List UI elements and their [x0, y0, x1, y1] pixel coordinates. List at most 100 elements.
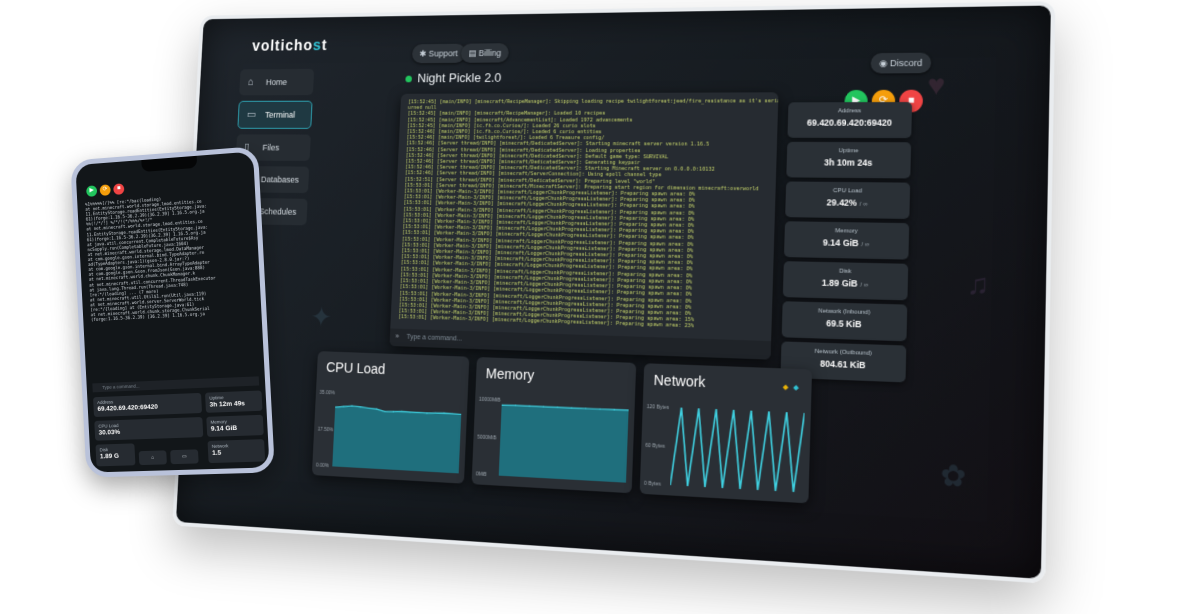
- sidebar-item-home[interactable]: ⌂ Home: [239, 68, 315, 96]
- billing-label: Billing: [478, 48, 502, 58]
- stat-disk: Disk 1.89 GiB / ∞: [782, 261, 909, 301]
- restart-icon: ⟳: [102, 186, 108, 193]
- stat-value-text: 29.42%: [826, 197, 858, 208]
- stat-value: 3h 12m 49s: [209, 400, 246, 409]
- console-output: [15:52:45] [main/INFO] [minecraft/Recipe…: [390, 92, 778, 338]
- cpu-plot: [332, 392, 462, 474]
- memory-chart: Memory 10000MiB 5000MiB 0MiB: [471, 357, 637, 494]
- discord-label: Discord: [889, 57, 923, 69]
- discord-icon: ◉: [878, 58, 891, 69]
- phone-notch: [141, 155, 198, 172]
- memory-plot: [498, 400, 629, 483]
- stat-value: 3h 10m 24s: [787, 157, 911, 168]
- stat-address: Address 69.420.69.420:69420: [787, 102, 913, 139]
- y-tick-label: 0MiB: [475, 471, 487, 478]
- phone-nav-terminal[interactable]: ▭: [170, 449, 199, 465]
- chart-title: Network: [653, 371, 706, 391]
- stat-network-inbound: Network (Inbound) 69.5 KiB: [781, 301, 908, 342]
- y-tick-label: 35.00%: [319, 389, 336, 397]
- home-icon: ⌂: [151, 454, 155, 461]
- chart-title: CPU Load: [325, 359, 386, 378]
- network-plot: [670, 407, 805, 493]
- server-name-text: Night Pickle 2.0: [417, 70, 502, 86]
- sidebar-item-label: Terminal: [264, 110, 296, 120]
- y-tick-label: 17.50%: [317, 426, 334, 434]
- terminal-icon: ▭: [181, 453, 187, 460]
- stat-value-text: 804.61 KiB: [819, 358, 866, 371]
- phone-stat-address: Address 69.420.69.420:69420: [93, 392, 203, 418]
- stop-icon: ■: [116, 185, 121, 192]
- phone-command-input[interactable]: Type a command...: [92, 376, 260, 393]
- desktop-dashboard: ☺ ♥ ✿ ✦ ☂ ♫ voltichost ✱ Support ▤ Billi…: [172, 1, 1056, 584]
- sidebar-item-label: Databases: [260, 174, 300, 185]
- phone-command-placeholder: Type a command...: [102, 383, 140, 390]
- y-tick-label: 120 Bytes: [646, 404, 670, 412]
- stat-label: Disk: [99, 447, 109, 453]
- phone-console-output: %1%%%%%[/]%% [re:*/bac(loading) at net.mi…: [85, 190, 261, 379]
- play-icon: ▶: [89, 187, 95, 194]
- stat-value-text: 3h 10m 24s: [823, 157, 873, 168]
- support-label: Support: [428, 48, 458, 59]
- phone-stat-cpu: CPU Load 30.03%: [94, 416, 204, 441]
- billing-icon: ▤: [468, 48, 479, 58]
- restart-button[interactable]: ⟳: [99, 184, 111, 196]
- stat-label: Uptime: [838, 148, 859, 155]
- inbound-legend-icon: ◆: [782, 383, 789, 392]
- support-button[interactable]: ✱ Support: [411, 43, 466, 64]
- y-tick-label: 0.00%: [315, 462, 329, 470]
- stat-value-text: 9.14 GiB: [822, 237, 859, 249]
- doodle-icon: ♫: [966, 267, 990, 301]
- phone-stat-uptime: Uptime 3h 12m 49s: [204, 390, 263, 413]
- outbound-legend-icon: ◆: [793, 384, 800, 392]
- billing-button[interactable]: ▤ Billing: [460, 43, 510, 63]
- console-panel: [15:52:45] [main/INFO] [minecraft/Recipe…: [389, 92, 779, 360]
- server-title: Night Pickle 2.0: [405, 70, 502, 86]
- stat-unit: / ∞: [860, 282, 869, 289]
- brand-logo[interactable]: voltichost: [252, 38, 328, 56]
- stat-value-text: 69.5 KiB: [826, 317, 862, 330]
- stats-panel: Address 69.420.69.420:69420 Uptime 3h 10…: [780, 102, 913, 387]
- stat-label: Memory: [834, 228, 858, 235]
- stat-value: 9.14 GiB / ∞: [784, 237, 909, 250]
- command-input-placeholder: Type a command...: [406, 333, 463, 343]
- status-dot-icon: [405, 75, 413, 83]
- y-tick-label: 5000MiB: [477, 434, 497, 442]
- doodle-icon: ✦: [309, 301, 333, 333]
- sidebar-item-terminal[interactable]: ▭ Terminal: [237, 100, 313, 129]
- start-button[interactable]: ▶: [86, 185, 98, 197]
- stat-cpu: CPU Load 29.42% / ∞: [785, 181, 911, 219]
- phone-nav-home[interactable]: ⌂: [138, 450, 167, 466]
- phone-stat-memory: Memory 9.14 GiB: [206, 414, 264, 437]
- stat-label: Disk: [839, 268, 852, 276]
- cpu-chart: CPU Load 35.00% 17.50% 0.00%: [311, 351, 470, 484]
- series-area: [498, 404, 629, 483]
- phone-stat-disk: Disk 1.89 G: [95, 443, 136, 467]
- stat-unit: / ∞: [859, 201, 868, 209]
- home-icon: ⌂: [247, 76, 254, 88]
- stat-value-text: 69.420.69.420:69420: [806, 117, 892, 128]
- y-tick-label: 60 Bytes: [645, 442, 666, 450]
- stat-value: 9.14 GiB: [210, 424, 238, 433]
- console-line: [15:52:45] [main/INFO] [minecraft/Recipe…: [407, 98, 779, 106]
- phone-stat-network: Network 1.5: [207, 439, 266, 464]
- stat-value: 1.89 G: [99, 452, 120, 461]
- series-line: [670, 407, 804, 492]
- stat-label: Address: [837, 108, 862, 115]
- discord-button[interactable]: ◉ Discord: [870, 52, 932, 74]
- phone-screen: ▶ ⟳ ■ %1%%%%%[/]%% [re:*/bac(loading) at …: [70, 146, 275, 478]
- stat-label: Network (Inbound): [818, 308, 871, 317]
- stat-unit: / ∞: [861, 242, 870, 249]
- stat-value-text: 1.89 GiB: [821, 277, 858, 289]
- sidebar-item-label: Schedules: [258, 206, 297, 217]
- network-chart: Network ◆ ◆ 120 Bytes 60 Bytes 0 Bytes: [639, 363, 813, 504]
- stat-value: 1.5: [211, 449, 222, 457]
- series-area: [332, 405, 462, 474]
- y-tick-label: 0 Bytes: [643, 480, 661, 488]
- stat-label: CPU Load: [832, 188, 863, 195]
- chevron-right-icon: »: [395, 333, 400, 341]
- stop-button[interactable]: ■: [113, 183, 125, 195]
- support-icon: ✱: [419, 48, 429, 59]
- mobile-dashboard: ▶ ⟳ ■ %1%%%%%[/]%% [re:*/bac(loading) at …: [70, 146, 275, 478]
- sidebar-item-label: Files: [262, 142, 280, 153]
- chart-title: Memory: [485, 365, 535, 384]
